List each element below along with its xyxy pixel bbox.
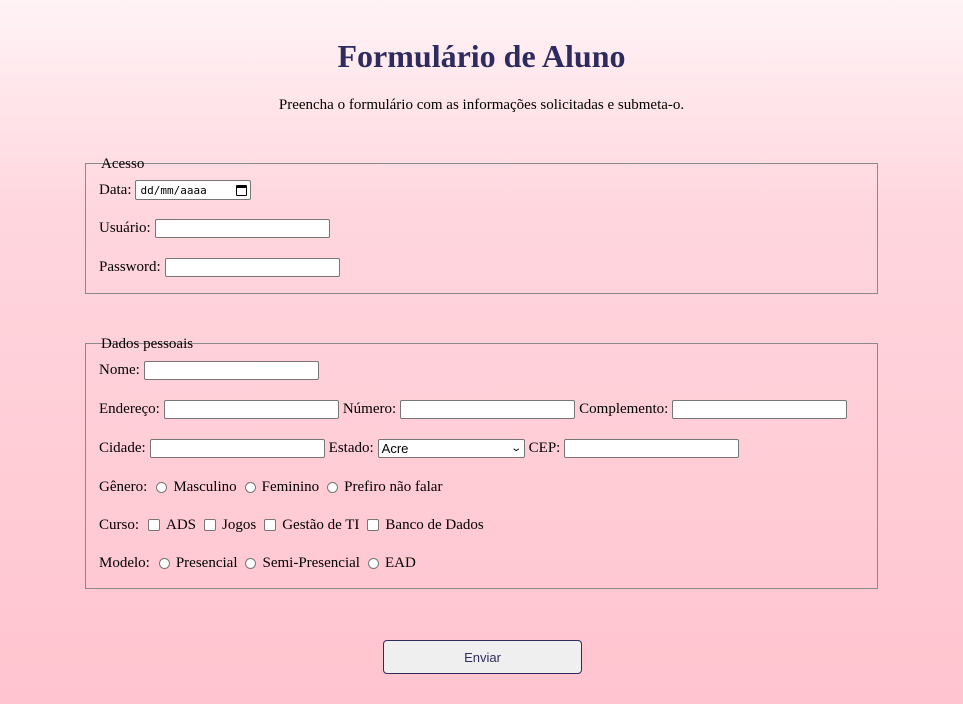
- cidade-input[interactable]: [149, 438, 325, 458]
- genero-label: Gênero:: [99, 478, 148, 495]
- curso-option-label: Gestão de TI: [282, 516, 360, 533]
- modelo-row: Modelo: Presencial Semi-Presencial EAD: [99, 552, 416, 574]
- curso-checkbox-ads[interactable]: [148, 519, 161, 531]
- curso-checkbox-gestao-ti[interactable]: [264, 519, 277, 531]
- estado-selected-value: Acre: [381, 440, 409, 456]
- submit-button[interactable]: Enviar: [383, 640, 582, 674]
- genero-option-label: Prefiro não falar: [344, 478, 443, 495]
- curso-option-label: Jogos: [222, 516, 257, 533]
- date-placeholder: dd/mm/aaaa: [140, 183, 207, 197]
- data-label: Data:: [99, 181, 132, 198]
- page-title: Formulário de Aluno: [337, 38, 626, 74]
- cidade-label: Cidade:: [99, 439, 146, 456]
- usuario-row: Usuário:: [99, 217, 334, 239]
- nome-label: Nome:: [99, 361, 140, 378]
- password-label: Password:: [99, 258, 161, 275]
- calendar-icon[interactable]: [236, 184, 248, 196]
- modelo-radio-semi-presencial[interactable]: [245, 557, 257, 569]
- nome-input[interactable]: [143, 360, 319, 380]
- numero-label: Número:: [342, 400, 397, 417]
- genero-radio-feminino[interactable]: [244, 481, 256, 493]
- cep-label: CEP:: [528, 439, 561, 456]
- complemento-label: Complemento:: [579, 400, 669, 417]
- complemento-input[interactable]: [672, 399, 848, 419]
- usuario-input[interactable]: [154, 218, 330, 238]
- genero-row: Gênero: Masculino Feminino Prefiro não f…: [99, 476, 442, 498]
- genero-radio-nao-falar[interactable]: [327, 481, 339, 493]
- chevron-down-icon: ⌄: [510, 442, 523, 454]
- acesso-legend: Acesso: [101, 156, 145, 172]
- modelo-option-label: EAD: [384, 554, 416, 571]
- modelo-radio-ead[interactable]: [367, 557, 379, 569]
- estado-label: Estado:: [328, 439, 374, 456]
- page-subtitle: Preencha o formulário com as informações…: [278, 97, 685, 113]
- modelo-option-label: Presencial: [175, 554, 238, 571]
- usuario-label: Usuário:: [99, 219, 151, 236]
- genero-option-label: Feminino: [261, 478, 320, 495]
- data-row: Data: dd/mm/aaaa: [99, 179, 252, 201]
- endereco-label: Endereço:: [99, 400, 160, 417]
- cidade-row: Cidade: Estado: Acre ⌄ CEP:: [99, 437, 743, 459]
- genero-radio-masculino[interactable]: [156, 481, 168, 493]
- date-input[interactable]: dd/mm/aaaa: [135, 180, 252, 200]
- curso-label: Curso:: [99, 516, 140, 533]
- numero-input[interactable]: [400, 399, 576, 419]
- cep-input[interactable]: [564, 438, 740, 458]
- curso-option-label: Banco de Dados: [385, 516, 484, 533]
- modelo-radio-presencial[interactable]: [158, 557, 170, 569]
- curso-checkbox-banco-dados[interactable]: [367, 519, 380, 531]
- curso-row: Curso: ADS Jogos Gestão de TI Banco de D…: [99, 514, 484, 536]
- password-row: Password:: [99, 256, 344, 278]
- dados-fieldset: Dados pessoais Nome: Endereço: Número: C…: [85, 336, 878, 589]
- acesso-fieldset: Acesso Data: dd/mm/aaaa Usuário: Passwor…: [85, 156, 878, 294]
- nome-row: Nome:: [99, 359, 323, 381]
- endereco-input[interactable]: [163, 399, 339, 419]
- curso-checkbox-jogos[interactable]: [204, 519, 217, 531]
- password-input[interactable]: [164, 257, 340, 277]
- dados-legend: Dados pessoais: [101, 336, 194, 352]
- modelo-option-label: Semi-Presencial: [262, 554, 360, 571]
- curso-option-label: ADS: [166, 516, 197, 533]
- endereco-row: Endereço: Número: Complemento:: [99, 398, 851, 420]
- modelo-label: Modelo:: [99, 554, 150, 571]
- genero-option-label: Masculino: [173, 478, 237, 495]
- estado-select[interactable]: Acre ⌄: [377, 438, 525, 458]
